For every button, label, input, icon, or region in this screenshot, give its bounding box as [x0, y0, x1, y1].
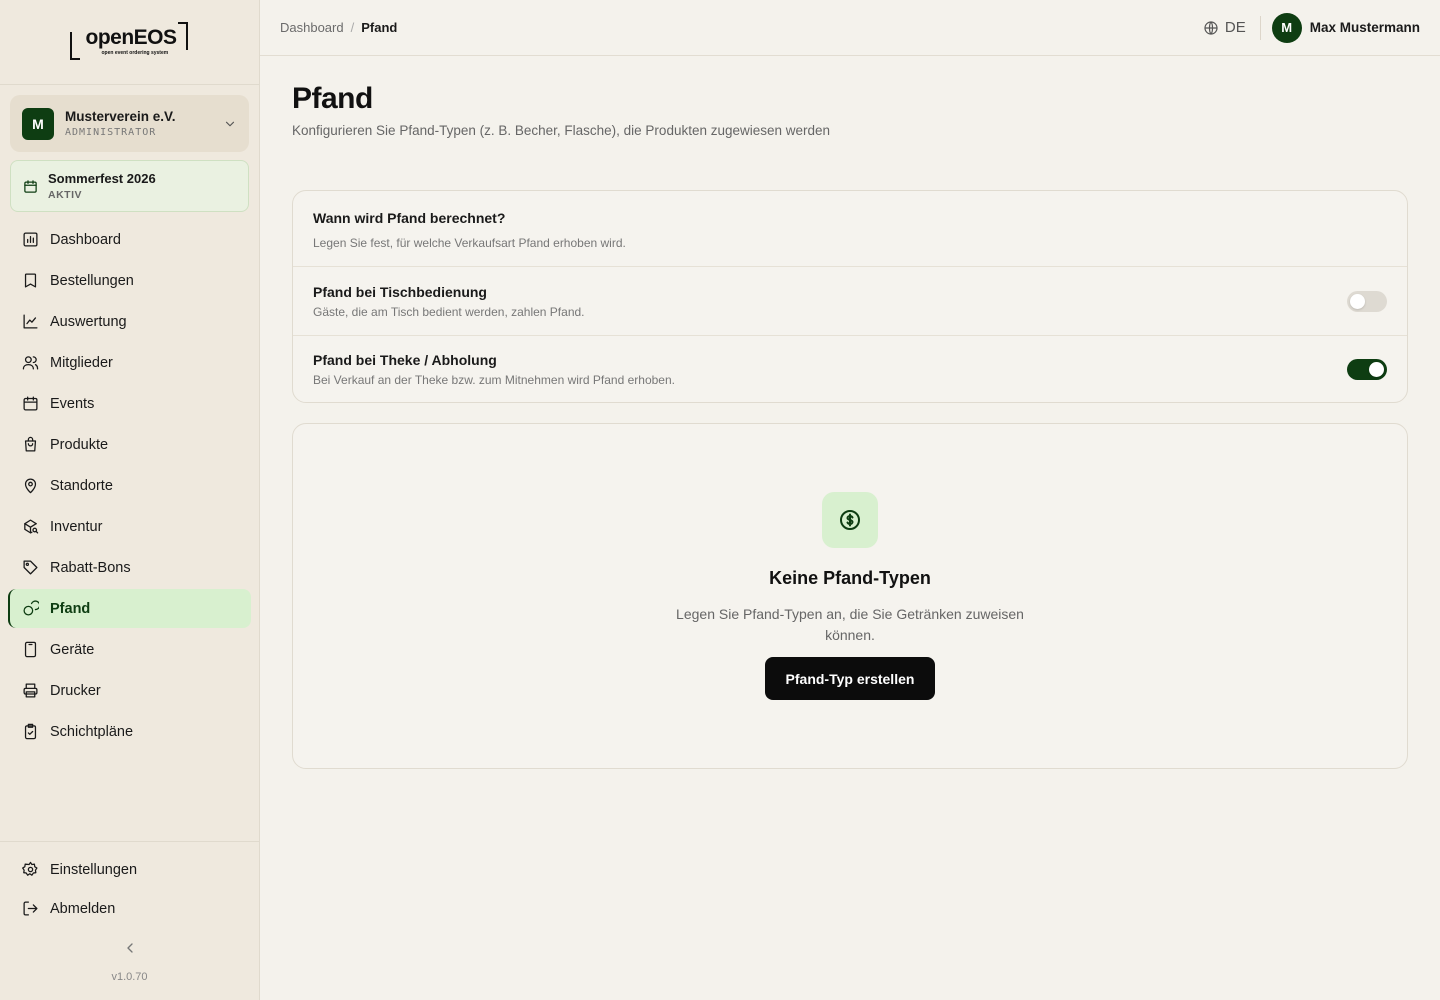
empty-state-title: Keine Pfand-Typen: [769, 568, 931, 588]
top-header: Dashboard / Pfand DE M Max Mustermann: [260, 0, 1440, 56]
app-version: v1.0.70: [111, 971, 148, 983]
sidebar-item-inventur[interactable]: Inventur: [8, 507, 251, 546]
sidebar-item-label: Auswertung: [50, 313, 127, 330]
openeos-logo[interactable]: openEOS open event ordering system: [69, 22, 190, 62]
sidebar-item-label: Bestellungen: [50, 272, 134, 289]
setting-description: Gäste, die am Tisch bedient werden, zahl…: [313, 304, 585, 319]
settings-title: Wann wird Pfand berechnet?: [313, 210, 506, 226]
toggle-pfand-theke[interactable]: [1347, 359, 1387, 380]
sidebar-item-drucker[interactable]: Drucker: [8, 671, 251, 710]
language-label: DE: [1224, 19, 1246, 36]
sidebar-item-label: Abmelden: [50, 900, 116, 917]
sidebar-item-label: Dashboard: [50, 231, 121, 248]
sidebar-item-label: Pfand: [50, 600, 91, 617]
line-chart-icon: [23, 314, 38, 329]
user-avatar: M: [1271, 12, 1302, 43]
sidebar-nav: Dashboard Bestellungen Auswertung Mitgli…: [8, 220, 251, 753]
setting-row-tischbedienung: Pfand bei Tischbedienung Gäste, die am T…: [293, 267, 1407, 335]
sidebar-item-mitglieder[interactable]: Mitglieder: [8, 343, 251, 382]
logo-bracket-left: [69, 32, 80, 60]
setting-title: Pfand bei Tischbedienung: [313, 283, 487, 300]
shopping-bag-icon: [24, 436, 37, 452]
tag-icon: [23, 560, 38, 575]
sidebar-item-label: Produkte: [50, 436, 109, 453]
map-pin-icon: [24, 478, 37, 494]
breadcrumb: Dashboard / Pfand: [280, 20, 397, 35]
event-name: Sommerfest 2026: [48, 171, 156, 186]
coin-icon: [840, 510, 860, 530]
sidebar-item-label: Mitglieder: [50, 354, 113, 371]
bar-chart-icon: [23, 232, 38, 247]
setting-title: Pfand bei Theke / Abholung: [313, 352, 497, 368]
package-search-icon: [24, 519, 39, 534]
sidebar-item-events[interactable]: Events: [8, 384, 251, 423]
chevron-down-icon: [225, 121, 235, 126]
sidebar-item-label: Inventur: [50, 518, 103, 535]
empty-state-description: Legen Sie Pfand-Typen an, die Sie Geträn…: [676, 606, 1024, 643]
logo-bracket-right: [177, 22, 188, 50]
globe-icon: [1204, 20, 1218, 35]
user-menu[interactable]: M Max Mustermann: [1271, 12, 1420, 43]
page-subtitle: Konfigurieren Sie Pfand-Typen (z. B. Bec…: [292, 123, 831, 138]
sidebar-item-label: Standorte: [50, 477, 113, 494]
sidebar: openEOS open event ordering system M Mus…: [0, 0, 260, 1000]
event-status: AKTIV: [48, 189, 82, 201]
sidebar-item-auswertung[interactable]: Auswertung: [8, 302, 251, 341]
breadcrumb-separator: /: [350, 20, 355, 35]
page-title: Pfand: [292, 82, 373, 115]
printer-icon: [23, 683, 38, 698]
breadcrumb-dashboard[interactable]: Dashboard: [280, 20, 344, 35]
clipboard-check-icon: [24, 723, 37, 740]
sidebar-item-label: Drucker: [50, 682, 101, 699]
breadcrumb-current: Pfand: [361, 20, 398, 35]
sidebar-item-bestellungen[interactable]: Bestellungen: [8, 261, 251, 300]
sidebar-item-rabatt-bons[interactable]: Rabatt-Bons: [8, 548, 251, 587]
sidebar-item-einstellungen[interactable]: Einstellungen: [8, 850, 251, 889]
sidebar-item-label: Geräte: [50, 641, 95, 658]
sidebar-item-schichtplaene[interactable]: Schichtpläne: [8, 712, 251, 751]
setting-description: Bei Verkauf an der Theke bzw. zum Mitneh…: [313, 373, 675, 387]
sidebar-item-abmelden[interactable]: Abmelden: [8, 889, 251, 928]
user-name: Max Mustermann: [1309, 20, 1420, 35]
sidebar-bottom: Einstellungen Abmelden: [0, 841, 259, 928]
toggle-pfand-tischbedienung[interactable]: [1347, 290, 1387, 312]
pfand-types-empty-state: Keine Pfand-Typen Legen Sie Pfand-Typen …: [292, 423, 1408, 769]
sidebar-item-label: Einstellungen: [50, 861, 138, 878]
setting-row-theke: Pfand bei Theke / Abholung Bei Verkauf a…: [293, 335, 1407, 402]
org-avatar: M: [22, 107, 54, 140]
sidebar-item-pfand[interactable]: Pfand: [8, 589, 251, 628]
logo-area: openEOS open event ordering system: [0, 0, 259, 85]
org-switcher[interactable]: M Musterverein e.V. ADMINISTRATOR: [10, 95, 249, 152]
org-role: ADMINISTRATOR: [65, 127, 157, 138]
sidebar-item-geraete[interactable]: Geräte: [8, 630, 251, 669]
logo-text: openEOS: [85, 26, 178, 49]
sidebar-item-label: Schichtpläne: [50, 723, 134, 740]
header-divider: [1259, 15, 1261, 40]
sidebar-item-standorte[interactable]: Standorte: [8, 466, 251, 505]
sidebar-item-label: Events: [50, 395, 95, 412]
calendar-icon: [23, 396, 38, 411]
tablet-icon: [24, 641, 37, 658]
create-pfand-type-button[interactable]: Pfand-Typ erstellen: [765, 657, 935, 700]
users-icon: [22, 356, 39, 370]
sidebar-item-dashboard[interactable]: Dashboard: [8, 220, 251, 259]
empty-state-icon-box: [822, 492, 878, 548]
calendar-icon: [24, 179, 37, 193]
org-name: Musterverein e.V.: [65, 109, 176, 124]
collapse-sidebar-icon[interactable]: [122, 940, 138, 956]
sidebar-item-produkte[interactable]: Produkte: [8, 425, 251, 464]
language-switcher[interactable]: DE: [1203, 19, 1246, 36]
sidebar-item-label: Rabatt-Bons: [50, 559, 131, 576]
logout-icon: [23, 901, 38, 916]
gear-icon: [22, 861, 38, 876]
logo-tagline: open event ordering system: [101, 50, 169, 56]
coins-icon: [23, 600, 39, 616]
receipt-icon: [24, 273, 37, 288]
pfand-settings-card: Wann wird Pfand berechnet? Legen Sie fes…: [292, 190, 1408, 403]
active-event-card[interactable]: Sommerfest 2026 AKTIV: [10, 160, 249, 212]
settings-description: Legen Sie fest, für welche Verkaufsart P…: [313, 236, 626, 250]
